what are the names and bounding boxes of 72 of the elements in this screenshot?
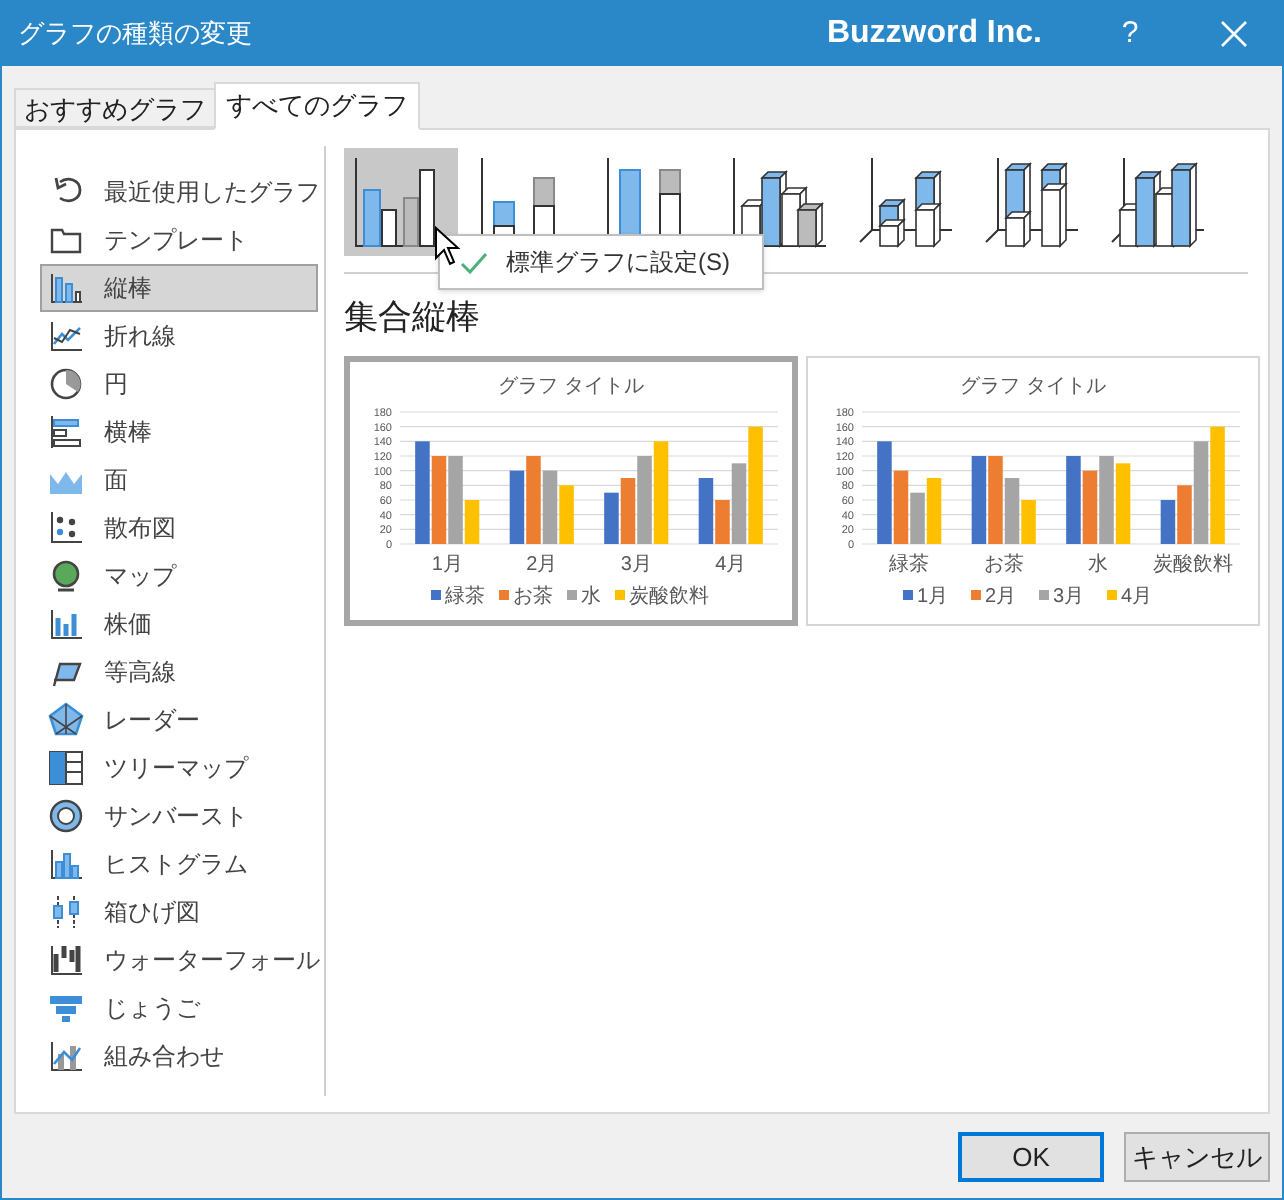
chart-type-icon bbox=[48, 990, 84, 1026]
legend-label: 4月 bbox=[1121, 585, 1153, 607]
category-label: 2月 bbox=[526, 553, 558, 575]
chart-type-item[interactable]: レーダー bbox=[40, 696, 318, 744]
help-button[interactable]: ? bbox=[1106, 11, 1154, 57]
close-icon bbox=[1220, 20, 1248, 48]
chart-type-icon bbox=[48, 702, 84, 738]
legend-swatch bbox=[615, 589, 625, 599]
legend-swatch bbox=[431, 589, 441, 599]
category-label: 4月 bbox=[715, 553, 747, 575]
chart-type-item[interactable]: 面 bbox=[40, 456, 318, 504]
legend-swatch bbox=[1107, 589, 1117, 599]
chart-subtype-button[interactable] bbox=[344, 148, 458, 256]
chart-type-icon bbox=[48, 942, 84, 978]
chart-type-icon bbox=[48, 1038, 84, 1074]
subtype-heading: 集合縦棒 bbox=[344, 296, 482, 340]
chart-type-item[interactable]: 折れ線 bbox=[40, 312, 318, 360]
chart-type-item[interactable]: 円 bbox=[40, 360, 318, 408]
chart-type-item[interactable]: 散布図 bbox=[40, 504, 318, 552]
legend-label: お茶 bbox=[513, 585, 553, 607]
legend-label: 1月 bbox=[917, 585, 949, 607]
legend-label: 緑茶 bbox=[445, 585, 485, 607]
tab[interactable]: おすすめグラフ bbox=[14, 88, 214, 128]
legend-swatch bbox=[971, 589, 981, 599]
chart-type-icon bbox=[48, 798, 84, 834]
category-label: 1月 bbox=[431, 553, 463, 575]
chart-type-item[interactable]: テンプレート bbox=[40, 216, 318, 264]
chart-type-item[interactable]: 等高線 bbox=[40, 648, 318, 696]
category-label: 炭酸飲料 bbox=[1152, 553, 1233, 575]
chart-type-item[interactable]: 縦棒 bbox=[40, 264, 318, 312]
window-title: グラフの種類の変更 bbox=[18, 16, 254, 53]
dialog-button[interactable]: OK bbox=[958, 1132, 1104, 1182]
chart-type-item[interactable]: 組み合わせ bbox=[40, 1032, 318, 1080]
legend-swatch bbox=[567, 589, 577, 599]
category-label: 水 bbox=[1088, 553, 1109, 575]
legend-label: 炭酸飲料 bbox=[629, 585, 709, 607]
tooltip-text: 標準グラフに設定(S) bbox=[506, 246, 730, 280]
chart-type-item[interactable]: ヒストグラム bbox=[40, 840, 318, 888]
chart-type-icon bbox=[48, 270, 84, 306]
chart-type-icon bbox=[48, 318, 84, 354]
category-label: 緑茶 bbox=[889, 553, 930, 575]
brand-label: Buzzword Inc. bbox=[826, 14, 1042, 54]
check-icon bbox=[460, 251, 488, 273]
chart-type-item[interactable]: ツリーマップ bbox=[40, 744, 318, 792]
chart-type-item[interactable]: マップ bbox=[40, 552, 318, 600]
legend-swatch bbox=[499, 589, 509, 599]
dialog-button[interactable]: キャンセル bbox=[1124, 1132, 1270, 1182]
chart-type-icon bbox=[48, 414, 84, 450]
chart-title: グラフ タイトル bbox=[960, 375, 1106, 397]
chart-type-item[interactable]: ウォーターフォール bbox=[40, 936, 318, 984]
chart-type-icon bbox=[48, 846, 84, 882]
chart-type-item[interactable]: 横棒 bbox=[40, 408, 318, 456]
chart-title: グラフ タイトル bbox=[498, 375, 644, 397]
chart-type-icon bbox=[48, 894, 84, 930]
chart-type-icon bbox=[48, 366, 84, 402]
chart-type-icon bbox=[48, 510, 84, 546]
tab[interactable]: すべてのグラフ bbox=[214, 82, 420, 130]
chart-type-item[interactable]: 最近使用したグラフ bbox=[40, 168, 318, 216]
chart-type-item[interactable]: じょうご bbox=[40, 984, 318, 1032]
legend-swatch bbox=[903, 589, 913, 599]
legend-label: 水 bbox=[581, 585, 601, 607]
category-label: 3月 bbox=[620, 553, 652, 575]
legend-swatch bbox=[1039, 589, 1049, 599]
legend-label: 3月 bbox=[1053, 585, 1085, 607]
category-label: お茶 bbox=[983, 553, 1024, 575]
chart-type-item[interactable]: 株価 bbox=[40, 600, 318, 648]
chart-type-item[interactable]: 箱ひげ図 bbox=[40, 888, 318, 936]
chart-type-item[interactable]: サンバースト bbox=[40, 792, 318, 840]
chart-type-icon bbox=[48, 750, 84, 786]
chart-type-icon bbox=[48, 558, 84, 594]
legend-label: 2月 bbox=[985, 585, 1017, 607]
chart-type-icon bbox=[48, 606, 84, 642]
